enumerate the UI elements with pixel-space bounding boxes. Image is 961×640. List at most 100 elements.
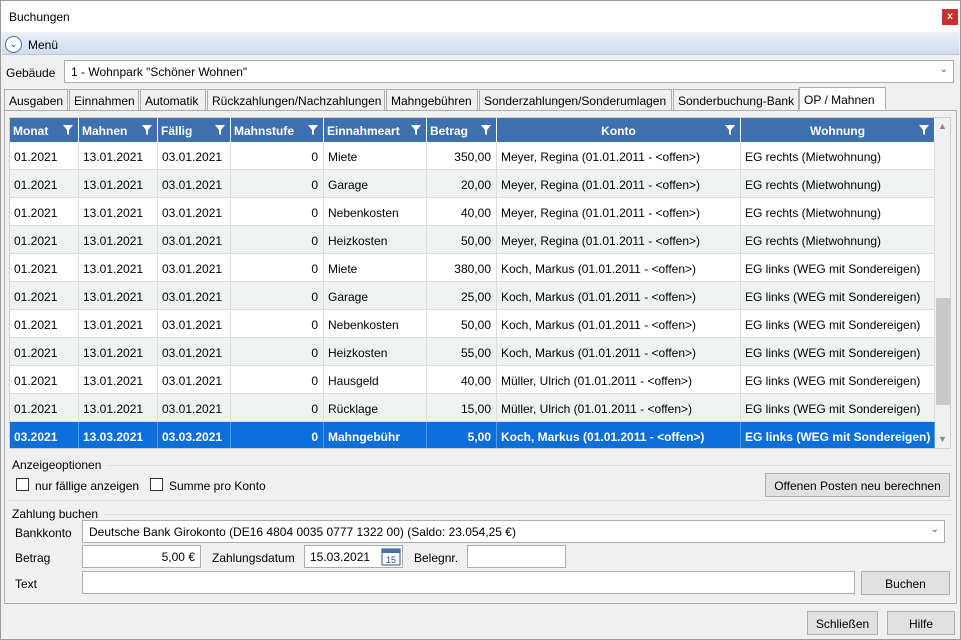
table-row[interactable]: 01.2021 13.01.2021 03.01.2021 0 Garage 20,00 M… [10,170,935,198]
table-row[interactable]: 03.2021 13.03.2021 03.03.2021 0 Mahngebühr 5,… [10,422,935,448]
filter-icon[interactable] [308,125,318,135]
bank-account-select[interactable]: Deutsche Bank Girokonto (DE16 4804 0035 … [82,520,945,543]
table-cell: Meyer, Regina (01.01.2011 - <offen>) [497,142,741,169]
table-cell: Mahngebühr [324,422,427,448]
table-cell: 01.2021 [10,226,79,253]
receipt-number-input[interactable] [467,545,566,568]
tab-automatik[interactable]: Automatik [140,89,206,111]
filter-icon[interactable] [63,125,73,135]
book-button[interactable]: Buchen [861,571,950,595]
col-faellig-header[interactable]: Fällig [158,118,231,142]
table-cell: Koch, Markus (01.01.2011 - <offen>) [497,422,741,448]
table-row[interactable]: 01.2021 13.01.2021 03.01.2021 0 Heizkosten 50… [10,226,935,254]
table-row[interactable]: 01.2021 13.01.2021 03.01.2021 0 Miete 350,00 M… [10,142,935,170]
text-input[interactable] [82,571,855,594]
close-window-button[interactable]: x [942,9,958,25]
table-cell: Meyer, Regina (01.01.2011 - <offen>) [497,198,741,225]
col-betrag-header[interactable]: Betrag [427,118,497,142]
recalculate-open-items-button[interactable]: Offenen Posten neu berechnen [765,473,950,497]
table-cell: 01.2021 [10,142,79,169]
filter-icon[interactable] [215,125,225,135]
tab-sonderzahlungen[interactable]: Sonderzahlungen/Sonderumlagen [479,89,672,111]
table-cell: EG links (WEG mit Sondereigen) [741,310,935,337]
table-cell: 0 [231,366,324,393]
tab-einnahmen[interactable]: Einnahmen [69,89,139,111]
table-cell: EG links (WEG mit Sondereigen) [741,254,935,281]
table-cell: 380,00 [427,254,497,281]
grid-scrollbar[interactable]: ▲ ▼ [935,118,950,448]
table-cell: 0 [231,198,324,225]
close-button[interactable]: Schließen [807,611,878,635]
table-cell: 13.01.2021 [79,310,158,337]
building-label: Gebäude [6,66,56,80]
filter-icon[interactable] [411,125,421,135]
scroll-up-icon[interactable]: ▲ [938,121,947,131]
table-cell: EG links (WEG mit Sondereigen) [741,366,935,393]
table-row[interactable]: 01.2021 13.01.2021 03.01.2021 0 Heizkosten 55… [10,338,935,366]
table-cell: 03.2021 [10,422,79,448]
table-row[interactable]: 01.2021 13.01.2021 03.01.2021 0 Hausgeld 40,0… [10,366,935,394]
table-cell: 0 [231,422,324,448]
table-cell: 03.01.2021 [158,170,231,197]
chevron-down-icon[interactable]: ⌄ [5,36,22,53]
building-select[interactable]: 1 - Wohnpark "Schöner Wohnen" ⌄ [64,60,954,83]
tab-sonderbuchung-bank[interactable]: Sonderbuchung-Bank [673,89,799,111]
tab-mahngebuehren[interactable]: Mahngebühren [386,89,478,111]
table-row[interactable]: 01.2021 13.01.2021 03.01.2021 0 Nebenkosten 5… [10,310,935,338]
table-cell: 03.01.2021 [158,394,231,421]
table-cell: Garage [324,282,427,309]
table-cell: 0 [231,394,324,421]
table-cell: 0 [231,226,324,253]
filter-icon[interactable] [142,125,152,135]
menu-label[interactable]: Menü [28,38,58,52]
table-cell: 13.01.2021 [79,394,158,421]
calendar-icon[interactable]: 15 [381,546,401,566]
tab-op-mahnen[interactable]: OP / Mahnen [799,87,886,110]
amount-label: Betrag [15,551,51,565]
table-cell: 03.01.2021 [158,226,231,253]
table-cell: EG links (WEG mit Sondereigen) [741,282,935,309]
filter-icon[interactable] [725,125,735,135]
table-cell: 13.01.2021 [79,254,158,281]
table-cell: Heizkosten [324,226,427,253]
table-cell: EG links (WEG mit Sondereigen) [741,422,935,448]
receipt-number-label: Belegnr. [414,551,459,565]
amount-input[interactable]: 5,00 € [82,545,201,568]
open-items-grid[interactable]: Monat Mahnen Fällig Mahnstufe Einnahmeart Bet… [9,117,951,449]
scroll-thumb[interactable] [936,298,950,405]
tab-ausgaben[interactable]: Ausgaben [4,89,68,111]
table-row[interactable]: 01.2021 13.01.2021 03.01.2021 0 Rücklage 15,0… [10,394,935,422]
menu-bar[interactable]: ⌄ Menü [2,34,959,55]
col-wohnung-header[interactable]: Wohnung [741,118,935,142]
table-cell: 03.01.2021 [158,198,231,225]
payment-date-label: Zahlungsdatum [212,551,295,565]
filter-icon[interactable] [919,125,929,135]
chevron-down-icon: ⌄ [939,64,948,75]
tab-rueckzahlungen[interactable]: Rückzahlungen/Nachzahlungen [207,89,385,111]
sum-per-account-checkbox[interactable] [150,478,163,491]
table-cell: 0 [231,338,324,365]
table-cell: 20,00 [427,170,497,197]
scroll-down-icon[interactable]: ▼ [938,434,947,444]
table-cell: 350,00 [427,142,497,169]
table-row[interactable]: 01.2021 13.01.2021 03.01.2021 0 Miete 380,00 K… [10,254,935,282]
table-cell: 01.2021 [10,170,79,197]
col-einnahmeart-header[interactable]: Einnahmeart [324,118,427,142]
table-cell: 13.01.2021 [79,198,158,225]
col-mahnstufe-header[interactable]: Mahnstufe [231,118,324,142]
col-monat-header[interactable]: Monat [10,118,79,142]
table-cell: 01.2021 [10,310,79,337]
bank-account-value: Deutsche Bank Girokonto (DE16 4804 0035 … [89,525,516,539]
table-cell: EG links (WEG mit Sondereigen) [741,338,935,365]
help-button[interactable]: Hilfe [887,611,955,635]
col-mahnen-header[interactable]: Mahnen [79,118,158,142]
only-due-checkbox[interactable] [16,478,29,491]
table-row[interactable]: 01.2021 13.01.2021 03.01.2021 0 Nebenkosten 4… [10,198,935,226]
col-konto-header[interactable]: Konto [497,118,741,142]
table-cell: Nebenkosten [324,198,427,225]
table-cell: EG links (WEG mit Sondereigen) [741,394,935,421]
divider [9,500,952,501]
table-cell: Rücklage [324,394,427,421]
table-row[interactable]: 01.2021 13.01.2021 03.01.2021 0 Garage 25,00 K… [10,282,935,310]
filter-icon[interactable] [481,125,491,135]
